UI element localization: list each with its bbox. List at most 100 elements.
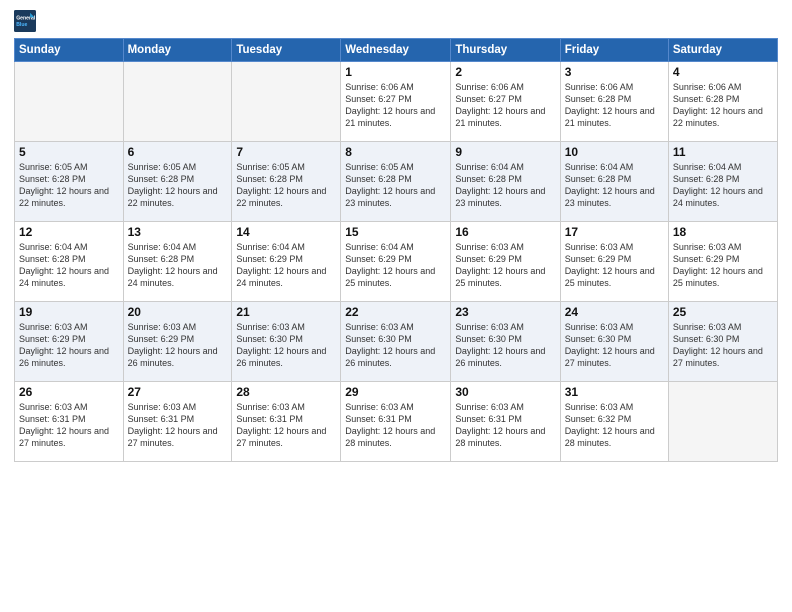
day-cell: 17 Sunrise: 6:03 AMSunset: 6:29 PMDayligh…	[560, 222, 668, 302]
day-info: Sunrise: 6:03 AMSunset: 6:29 PMDaylight:…	[19, 321, 119, 370]
day-info: Sunrise: 6:04 AMSunset: 6:28 PMDaylight:…	[128, 241, 228, 290]
weekday-header-tuesday: Tuesday	[232, 39, 341, 62]
weekday-header-saturday: Saturday	[668, 39, 777, 62]
day-info: Sunrise: 6:05 AMSunset: 6:28 PMDaylight:…	[128, 161, 228, 210]
day-number: 18	[673, 225, 773, 239]
day-cell	[15, 62, 124, 142]
day-number: 15	[345, 225, 446, 239]
day-cell: 19 Sunrise: 6:03 AMSunset: 6:29 PMDayligh…	[15, 302, 124, 382]
day-cell: 2 Sunrise: 6:06 AMSunset: 6:27 PMDaylight…	[451, 62, 560, 142]
day-cell: 16Sunrise: 6:03 AMSunset: 6:29 PMDayligh…	[451, 222, 560, 302]
day-number: 1	[345, 65, 446, 79]
day-info: Sunrise: 6:04 AMSunset: 6:28 PMDaylight:…	[455, 161, 555, 210]
logo: General Blue	[14, 10, 40, 32]
day-number: 29	[345, 385, 446, 399]
day-cell: 30Sunrise: 6:03 AMSunset: 6:31 PMDayligh…	[451, 382, 560, 462]
day-cell: 6 Sunrise: 6:05 AMSunset: 6:28 PMDaylight…	[123, 142, 232, 222]
day-cell: 25 Sunrise: 6:03 AMSunset: 6:30 PMDayligh…	[668, 302, 777, 382]
day-cell: 8Sunrise: 6:05 AMSunset: 6:28 PMDaylight…	[341, 142, 451, 222]
day-cell: 11 Sunrise: 6:04 AMSunset: 6:28 PMDayligh…	[668, 142, 777, 222]
day-cell: 22 Sunrise: 6:03 AMSunset: 6:30 PMDayligh…	[341, 302, 451, 382]
day-info: Sunrise: 6:03 AMSunset: 6:30 PMDaylight:…	[345, 321, 446, 370]
day-number: 25	[673, 305, 773, 319]
day-info: Sunrise: 6:05 AMSunset: 6:28 PMDaylight:…	[236, 161, 336, 210]
day-info: Sunrise: 6:03 AMSunset: 6:30 PMDaylight:…	[236, 321, 336, 370]
day-cell: 18 Sunrise: 6:03 AMSunset: 6:29 PMDayligh…	[668, 222, 777, 302]
day-cell	[668, 382, 777, 462]
day-cell: 3Sunrise: 6:06 AMSunset: 6:28 PMDaylight…	[560, 62, 668, 142]
day-number: 12	[19, 225, 119, 239]
day-number: 27	[128, 385, 228, 399]
day-info: Sunrise: 6:05 AMSunset: 6:28 PMDaylight:…	[19, 161, 119, 210]
day-number: 22	[345, 305, 446, 319]
weekday-header-monday: Monday	[123, 39, 232, 62]
day-info: Sunrise: 6:06 AMSunset: 6:27 PMDaylight:…	[345, 81, 446, 130]
day-number: 21	[236, 305, 336, 319]
day-number: 9	[455, 145, 555, 159]
day-number: 14	[236, 225, 336, 239]
day-number: 28	[236, 385, 336, 399]
day-info: Sunrise: 6:03 AMSunset: 6:31 PMDaylight:…	[128, 401, 228, 450]
day-info: Sunrise: 6:06 AMSunset: 6:28 PMDaylight:…	[673, 81, 773, 130]
day-cell: 15 Sunrise: 6:04 AMSunset: 6:29 PMDayligh…	[341, 222, 451, 302]
day-number: 17	[565, 225, 664, 239]
svg-text:Blue: Blue	[16, 22, 27, 28]
day-number: 2	[455, 65, 555, 79]
day-info: Sunrise: 6:03 AMSunset: 6:31 PMDaylight:…	[455, 401, 555, 450]
day-info: Sunrise: 6:03 AMSunset: 6:31 PMDaylight:…	[19, 401, 119, 450]
day-info: Sunrise: 6:03 AMSunset: 6:29 PMDaylight:…	[128, 321, 228, 370]
day-cell: 29 Sunrise: 6:03 AMSunset: 6:31 PMDayligh…	[341, 382, 451, 462]
day-cell: 10 Sunrise: 6:04 AMSunset: 6:28 PMDayligh…	[560, 142, 668, 222]
day-info: Sunrise: 6:06 AMSunset: 6:27 PMDaylight:…	[455, 81, 555, 130]
day-cell	[232, 62, 341, 142]
calendar-table: SundayMondayTuesdayWednesdayThursdayFrid…	[14, 38, 778, 462]
day-number: 4	[673, 65, 773, 79]
day-cell: 31 Sunrise: 6:03 AMSunset: 6:32 PMDayligh…	[560, 382, 668, 462]
day-info: Sunrise: 6:05 AMSunset: 6:28 PMDaylight:…	[345, 161, 446, 210]
day-cell	[123, 62, 232, 142]
day-cell: 12 Sunrise: 6:04 AMSunset: 6:28 PMDayligh…	[15, 222, 124, 302]
weekday-header-thursday: Thursday	[451, 39, 560, 62]
day-cell: 20 Sunrise: 6:03 AMSunset: 6:29 PMDayligh…	[123, 302, 232, 382]
day-info: Sunrise: 6:04 AMSunset: 6:29 PMDaylight:…	[236, 241, 336, 290]
day-number: 7	[236, 145, 336, 159]
day-number: 3	[565, 65, 664, 79]
day-number: 19	[19, 305, 119, 319]
day-cell: 14 Sunrise: 6:04 AMSunset: 6:29 PMDayligh…	[232, 222, 341, 302]
day-number: 20	[128, 305, 228, 319]
day-number: 5	[19, 145, 119, 159]
week-row-4: 19 Sunrise: 6:03 AMSunset: 6:29 PMDayligh…	[15, 302, 778, 382]
weekday-header-sunday: Sunday	[15, 39, 124, 62]
day-cell: 5 Sunrise: 6:05 AMSunset: 6:28 PMDaylight…	[15, 142, 124, 222]
day-number: 11	[673, 145, 773, 159]
day-cell: 21 Sunrise: 6:03 AMSunset: 6:30 PMDayligh…	[232, 302, 341, 382]
day-number: 6	[128, 145, 228, 159]
day-number: 10	[565, 145, 664, 159]
week-row-2: 5 Sunrise: 6:05 AMSunset: 6:28 PMDaylight…	[15, 142, 778, 222]
day-cell: 13 Sunrise: 6:04 AMSunset: 6:28 PMDayligh…	[123, 222, 232, 302]
day-number: 31	[565, 385, 664, 399]
day-info: Sunrise: 6:03 AMSunset: 6:29 PMDaylight:…	[673, 241, 773, 290]
day-info: Sunrise: 6:04 AMSunset: 6:29 PMDaylight:…	[345, 241, 446, 290]
day-info: Sunrise: 6:03 AMSunset: 6:30 PMDaylight:…	[673, 321, 773, 370]
day-cell: 26Sunrise: 6:03 AMSunset: 6:31 PMDayligh…	[15, 382, 124, 462]
day-number: 23	[455, 305, 555, 319]
week-row-3: 12 Sunrise: 6:04 AMSunset: 6:28 PMDayligh…	[15, 222, 778, 302]
day-info: Sunrise: 6:03 AMSunset: 6:32 PMDaylight:…	[565, 401, 664, 450]
day-number: 13	[128, 225, 228, 239]
header: General Blue	[14, 10, 778, 32]
day-cell: 27 Sunrise: 6:03 AMSunset: 6:31 PMDayligh…	[123, 382, 232, 462]
weekday-header-friday: Friday	[560, 39, 668, 62]
day-cell: 4 Sunrise: 6:06 AMSunset: 6:28 PMDaylight…	[668, 62, 777, 142]
day-info: Sunrise: 6:03 AMSunset: 6:30 PMDaylight:…	[455, 321, 555, 370]
day-info: Sunrise: 6:04 AMSunset: 6:28 PMDaylight:…	[565, 161, 664, 210]
day-info: Sunrise: 6:04 AMSunset: 6:28 PMDaylight:…	[19, 241, 119, 290]
week-row-5: 26Sunrise: 6:03 AMSunset: 6:31 PMDayligh…	[15, 382, 778, 462]
weekday-header-row: SundayMondayTuesdayWednesdayThursdayFrid…	[15, 39, 778, 62]
day-cell: 28Sunrise: 6:03 AMSunset: 6:31 PMDayligh…	[232, 382, 341, 462]
day-info: Sunrise: 6:04 AMSunset: 6:28 PMDaylight:…	[673, 161, 773, 210]
day-info: Sunrise: 6:03 AMSunset: 6:30 PMDaylight:…	[565, 321, 664, 370]
day-info: Sunrise: 6:03 AMSunset: 6:29 PMDaylight:…	[565, 241, 664, 290]
day-cell: 9 Sunrise: 6:04 AMSunset: 6:28 PMDaylight…	[451, 142, 560, 222]
day-info: Sunrise: 6:03 AMSunset: 6:31 PMDaylight:…	[345, 401, 446, 450]
